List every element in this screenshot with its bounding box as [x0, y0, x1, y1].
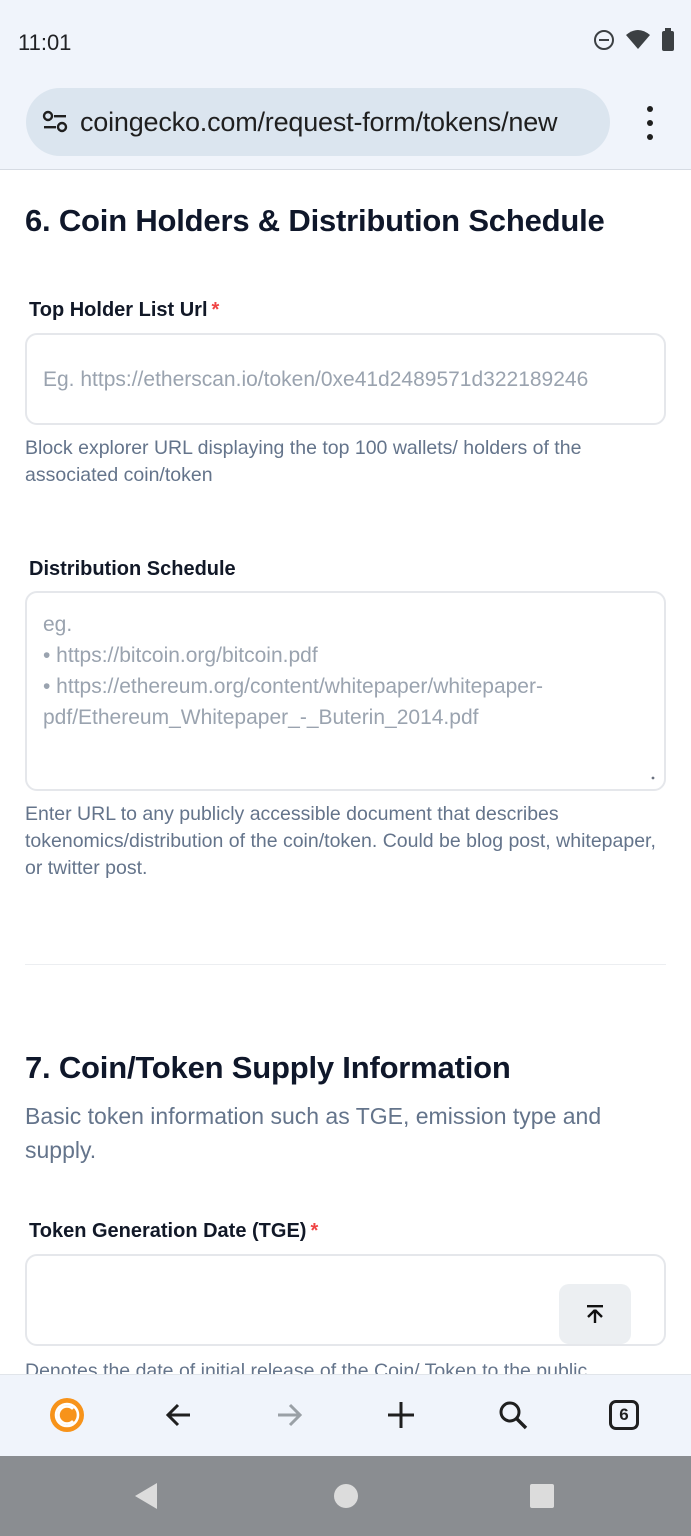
tge-date-input[interactable] [25, 1254, 666, 1346]
nav-recents-button[interactable] [526, 1480, 558, 1512]
coingecko-button[interactable] [47, 1395, 87, 1435]
back-button[interactable] [158, 1395, 198, 1435]
search-icon [499, 1401, 528, 1430]
status-bar: 11:01 [0, 0, 691, 84]
address-bar[interactable]: coingecko.com/request-form/tokens/new [26, 88, 610, 156]
status-icons [593, 28, 675, 52]
new-tab-button[interactable] [381, 1395, 421, 1435]
nav-back-icon [135, 1483, 157, 1509]
wifi-icon [626, 30, 650, 49]
tge-label: Token Generation Date (TGE) * [29, 1220, 319, 1242]
bottom-toolbar: 6 [0, 1374, 691, 1456]
search-button[interactable] [493, 1395, 533, 1435]
section-divider [25, 964, 666, 965]
top-holder-placeholder: Eg. https://etherscan.io/token/0xe41d248… [43, 368, 589, 391]
scroll-to-top-icon [587, 1305, 603, 1323]
nav-home-icon [334, 1484, 358, 1508]
tabs-icon: 6 [609, 1400, 639, 1430]
top-holder-help: Block explorer URL displaying the top 10… [25, 437, 582, 486]
section-6-title: 6. Coin Holders & Distribution Schedule [25, 203, 605, 238]
system-nav-bar [0, 1456, 691, 1536]
section-7-subtitle: Basic token information such as TGE, emi… [25, 1103, 602, 1163]
nav-back-button[interactable] [130, 1480, 162, 1512]
tge-help: Denotes the date of initial release of t… [25, 1360, 588, 1374]
tab-count: 6 [619, 1405, 629, 1424]
page-content: 6. Coin Holders & Distribution Schedule … [0, 170, 691, 1374]
nav-home-button[interactable] [330, 1480, 362, 1512]
nav-recents-icon [530, 1484, 554, 1508]
browser-toolbar: coingecko.com/request-form/tokens/new [0, 84, 691, 170]
back-arrow-icon [165, 1403, 190, 1427]
forward-button[interactable] [270, 1395, 310, 1435]
more-vert-icon[interactable] [636, 106, 664, 140]
status-time: 11:01 [18, 30, 72, 55]
distribution-help: Enter URL to any publicly accessible doc… [25, 803, 656, 879]
scroll-to-top-button[interactable] [559, 1284, 631, 1344]
dnd-icon [594, 30, 614, 50]
distribution-label: Distribution Schedule [29, 558, 236, 580]
required-asterisk: * [211, 299, 220, 321]
resize-handle-icon[interactable] [650, 775, 656, 781]
required-asterisk: * [310, 1220, 319, 1242]
top-holder-label: Top Holder List Url * [29, 299, 220, 321]
battery-icon [662, 28, 674, 51]
distribution-schedule-textarea[interactable]: eg. • https://bitcoin.org/bitcoin.pdf • … [25, 591, 666, 791]
section-7-title: 7. Coin/Token Supply Information [25, 1050, 511, 1085]
site-settings-icon[interactable] [42, 109, 68, 135]
top-holder-url-input[interactable]: Eg. https://etherscan.io/token/0xe41d248… [25, 333, 666, 425]
coingecko-icon [50, 1398, 84, 1432]
url-text[interactable]: coingecko.com/request-form/tokens/new [80, 107, 558, 138]
tabs-button[interactable]: 6 [604, 1395, 644, 1435]
forward-arrow-icon [278, 1403, 303, 1427]
new-tab-icon [388, 1402, 414, 1428]
distribution-placeholder: eg. • https://bitcoin.org/bitcoin.pdf • … [43, 613, 543, 729]
